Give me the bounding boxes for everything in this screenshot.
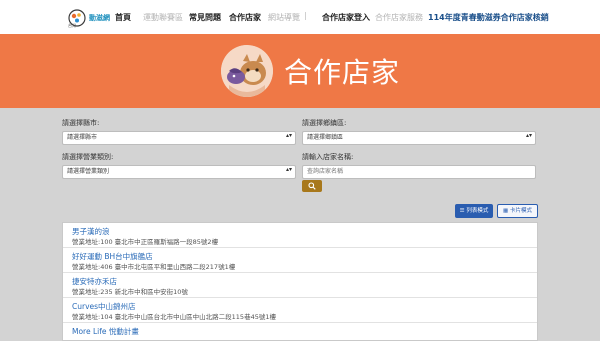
county-label: 請選擇縣市:: [62, 119, 100, 127]
nav-sports-league[interactable]: 運動聯賽區: [143, 12, 183, 23]
store-address: 營業地址:100 臺北市中正區羅斯福路一段85號2樓: [72, 238, 219, 246]
list-mode-label: 列表模式: [466, 208, 489, 214]
nav-partner-login[interactable]: 合作店家登入: [322, 12, 370, 23]
store-address: 營業地址:406 臺中市北屯區平和里山西路二段217號1樓: [72, 263, 236, 271]
store-address: 營業地址:235 新北市中和區中安街10號: [72, 288, 188, 296]
county-select[interactable]: 請選擇縣市 ▴▾: [62, 131, 296, 145]
grid-icon: ▦: [503, 208, 510, 214]
store-list: 男子漢的浪 營業地址:100 臺北市中正區羅斯福路一段85號2樓 好好運動 BH…: [62, 222, 538, 341]
search-icon: [308, 182, 316, 190]
store-address: 營業地址:104 臺北市中山區台北市中山區中山北路二段115巷45號1樓: [72, 313, 276, 321]
logo-subtext: 台灣: [68, 23, 76, 28]
category-select-value: 請選擇營業類別: [67, 168, 110, 175]
store-name-input[interactable]: 查詢店家名稱: [302, 165, 536, 179]
select-caret-icon: ▴▾: [285, 166, 292, 173]
top-navbar: 動滋網 台灣 首頁 運動聯賽區 常見問題 合作店家 網站導覽 | 合作店家登入 …: [0, 0, 600, 34]
town-label: 請選擇鄉鎮區:: [302, 119, 347, 127]
site-logo[interactable]: 動滋網 台灣: [68, 6, 110, 30]
store-name-label: 請輸入店家名稱:: [302, 153, 354, 161]
town-select[interactable]: 請選擇鄉鎮區 ▴▾: [302, 131, 536, 145]
county-select-value: 請選擇縣市: [67, 134, 98, 141]
nav-separator: |: [304, 11, 307, 20]
card-mode-label: 卡片模式: [509, 208, 532, 214]
mascot-image: [221, 45, 273, 97]
list-item[interactable]: Curves中山錦州店 營業地址:104 臺北市中山區台北市中山區中山北路二段1…: [63, 298, 537, 323]
nav-faq[interactable]: 常見問題: [189, 12, 221, 23]
page-title: 合作店家: [284, 56, 401, 89]
nav-home[interactable]: 首頁: [115, 12, 131, 23]
select-caret-icon: ▴▾: [525, 132, 532, 139]
nav-partner-stores[interactable]: 合作店家: [229, 12, 261, 23]
list-mode-button[interactable]: ☰ 列表模式: [455, 204, 493, 218]
nav-youth-voucher[interactable]: 114年度青春動滋券合作店家核銷: [428, 12, 549, 23]
search-button[interactable]: [302, 180, 322, 192]
list-item[interactable]: More Life 悅動計畫: [63, 323, 537, 340]
nav-partner-service[interactable]: 合作店家服務: [375, 12, 423, 23]
category-label: 請選擇營業類別:: [62, 153, 114, 161]
logo-text: 動滋網: [89, 14, 110, 22]
card-mode-button[interactable]: ▦ 卡片模式: [497, 204, 538, 218]
select-caret-icon: ▴▾: [285, 132, 292, 139]
list-item[interactable]: 捷安特亦禾店 營業地址:235 新北市中和區中安街10號: [63, 273, 537, 298]
nav-sitemap[interactable]: 網站導覽: [268, 12, 300, 23]
list-item[interactable]: 男子漢的浪 營業地址:100 臺北市中正區羅斯福路一段85號2樓: [63, 223, 537, 248]
town-select-value: 請選擇鄉鎮區: [307, 134, 344, 141]
store-name[interactable]: More Life 悅動計畫: [72, 326, 139, 337]
list-item[interactable]: 好好運動 BH台中旗艦店 營業地址:406 臺中市北屯區平和里山西路二段217號…: [63, 248, 537, 273]
category-select[interactable]: 請選擇營業類別 ▴▾: [62, 165, 296, 179]
